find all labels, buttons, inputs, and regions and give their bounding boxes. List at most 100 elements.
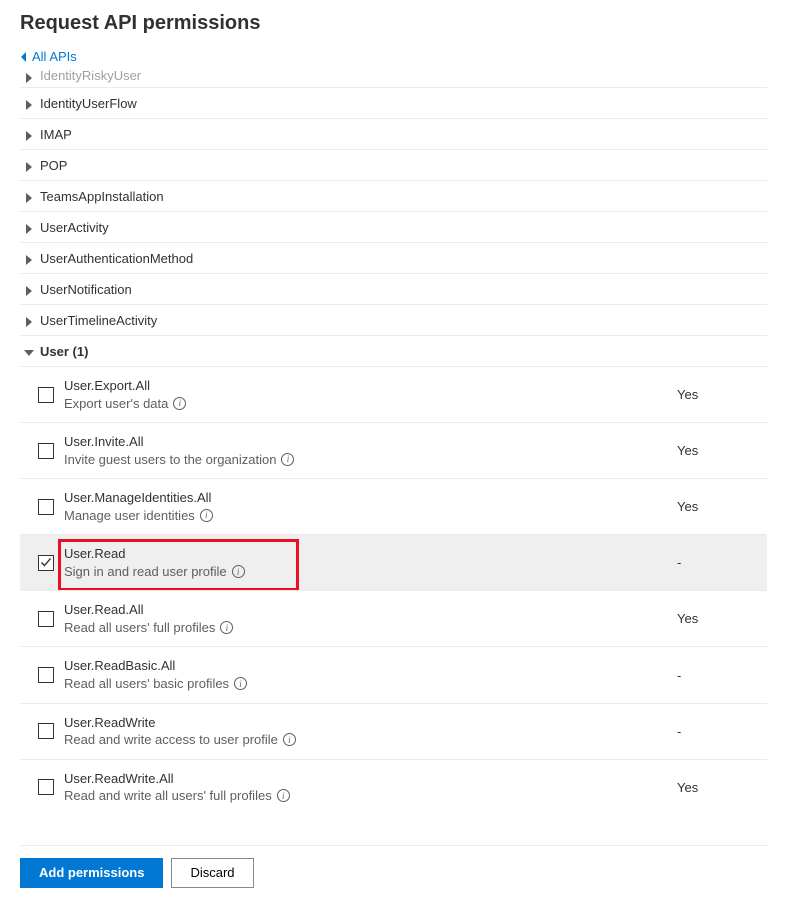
checkbox-wrap bbox=[20, 723, 64, 739]
group-row-userauth[interactable]: UserAuthenticationMethod bbox=[20, 242, 767, 273]
group-label: User (1) bbox=[40, 344, 88, 359]
info-icon[interactable]: i bbox=[283, 733, 296, 746]
checkbox-wrap bbox=[20, 443, 64, 459]
permission-desc: Manage user identitiesi bbox=[64, 507, 677, 525]
permission-text: User.Read.AllRead all users' full profil… bbox=[64, 601, 677, 636]
permission-name: User.ReadWrite bbox=[64, 714, 677, 732]
permission-checkbox[interactable] bbox=[38, 387, 54, 403]
group-row-usertimeline[interactable]: UserTimelineActivity bbox=[20, 304, 767, 335]
info-icon[interactable]: i bbox=[232, 565, 245, 578]
group-row-identityriskyuser[interactable]: IdentityRiskyUser bbox=[20, 68, 767, 87]
permission-desc: Read and write access to user profilei bbox=[64, 731, 677, 749]
checkbox-wrap bbox=[20, 387, 64, 403]
chevron-right-icon bbox=[24, 98, 34, 108]
admin-consent-value: - bbox=[677, 724, 767, 739]
checkbox-wrap bbox=[20, 667, 64, 683]
permission-row-user-export-all[interactable]: User.Export.AllExport user's dataiYes bbox=[20, 366, 767, 422]
group-row-teamsappinstall[interactable]: TeamsAppInstallation bbox=[20, 180, 767, 211]
chevron-right-icon bbox=[24, 253, 34, 263]
group-row-user[interactable]: User (1) bbox=[20, 335, 767, 366]
permission-name: User.ReadWrite.All bbox=[64, 770, 677, 788]
permission-name: User.Read bbox=[64, 545, 677, 563]
permission-text: User.ManageIdentities.AllManage user ide… bbox=[64, 489, 677, 524]
chevron-right-icon bbox=[24, 191, 34, 201]
chevron-right-icon bbox=[24, 222, 34, 232]
group-label: UserAuthenticationMethod bbox=[40, 251, 193, 266]
group-row-useractivity[interactable]: UserActivity bbox=[20, 211, 767, 242]
permission-text: User.Invite.AllInvite guest users to the… bbox=[64, 433, 677, 468]
permission-desc: Invite guest users to the organizationi bbox=[64, 451, 677, 469]
back-link-label: All APIs bbox=[32, 49, 77, 64]
checkbox-wrap bbox=[20, 779, 64, 795]
info-icon[interactable]: i bbox=[220, 621, 233, 634]
permission-desc: Sign in and read user profilei bbox=[64, 563, 677, 581]
permission-name: User.ManageIdentities.All bbox=[64, 489, 677, 507]
permission-row-user-readbasic-all[interactable]: User.ReadBasic.AllRead all users' basic … bbox=[20, 646, 767, 702]
admin-consent-value: - bbox=[677, 555, 767, 570]
admin-consent-value: Yes bbox=[677, 611, 767, 626]
group-row-identityuserflow[interactable]: IdentityUserFlow bbox=[20, 87, 767, 118]
admin-consent-value: Yes bbox=[677, 780, 767, 795]
permission-row-user-manageid-all[interactable]: User.ManageIdentities.AllManage user ide… bbox=[20, 478, 767, 534]
info-icon[interactable]: i bbox=[234, 677, 247, 690]
permission-checkbox[interactable] bbox=[38, 779, 54, 795]
admin-consent-value: Yes bbox=[677, 387, 767, 402]
permission-checkbox[interactable] bbox=[38, 443, 54, 459]
permission-desc: Read and write all users' full profilesi bbox=[64, 787, 677, 805]
group-label: TeamsAppInstallation bbox=[40, 189, 164, 204]
permission-name: User.ReadBasic.All bbox=[64, 657, 677, 675]
chevron-left-icon bbox=[20, 52, 28, 62]
permission-checkbox[interactable] bbox=[38, 611, 54, 627]
permission-text: User.Export.AllExport user's datai bbox=[64, 377, 677, 412]
group-label: POP bbox=[40, 158, 67, 173]
permission-text: User.ReadBasic.AllRead all users' basic … bbox=[64, 657, 677, 692]
group-label: IdentityRiskyUser bbox=[40, 68, 141, 83]
info-icon[interactable]: i bbox=[281, 453, 294, 466]
permission-checkbox[interactable] bbox=[38, 723, 54, 739]
permission-name: User.Export.All bbox=[64, 377, 677, 395]
permission-desc: Read all users' basic profilesi bbox=[64, 675, 677, 693]
group-label: UserActivity bbox=[40, 220, 109, 235]
chevron-down-icon bbox=[24, 346, 34, 356]
chevron-right-icon bbox=[24, 315, 34, 325]
group-label: UserTimelineActivity bbox=[40, 313, 157, 328]
permission-group-list: IdentityRiskyUser IdentityUserFlow IMAP POP… bbox=[20, 68, 767, 815]
permission-row-user-readwrite-all[interactable]: User.ReadWrite.AllRead and write all use… bbox=[20, 759, 767, 815]
permission-checkbox[interactable] bbox=[38, 667, 54, 683]
group-row-pop[interactable]: POP bbox=[20, 149, 767, 180]
info-icon[interactable]: i bbox=[200, 509, 213, 522]
permission-row-user-read-all[interactable]: User.Read.AllRead all users' full profil… bbox=[20, 590, 767, 646]
group-row-usernotif[interactable]: UserNotification bbox=[20, 273, 767, 304]
permission-row-user-readwrite[interactable]: User.ReadWriteRead and write access to u… bbox=[20, 703, 767, 759]
group-row-imap[interactable]: IMAP bbox=[20, 118, 767, 149]
checkbox-wrap bbox=[20, 499, 64, 515]
chevron-right-icon bbox=[24, 71, 34, 81]
permission-checkbox[interactable] bbox=[38, 499, 54, 515]
permission-text: User.ReadSign in and read user profilei bbox=[64, 545, 677, 580]
add-permissions-button[interactable]: Add permissions bbox=[20, 858, 163, 888]
permission-checkbox[interactable] bbox=[38, 555, 54, 571]
info-icon[interactable]: i bbox=[173, 397, 186, 410]
chevron-right-icon bbox=[24, 129, 34, 139]
page-title: Request API permissions bbox=[20, 12, 767, 35]
admin-consent-value: Yes bbox=[677, 499, 767, 514]
group-label: UserNotification bbox=[40, 282, 132, 297]
permission-text: User.ReadWrite.AllRead and write all use… bbox=[64, 770, 677, 805]
chevron-right-icon bbox=[24, 284, 34, 294]
group-label: IdentityUserFlow bbox=[40, 96, 137, 111]
permission-text: User.ReadWriteRead and write access to u… bbox=[64, 714, 677, 749]
group-label: IMAP bbox=[40, 127, 72, 142]
back-all-apis-link[interactable]: All APIs bbox=[0, 43, 97, 68]
permission-desc: Read all users' full profilesi bbox=[64, 619, 677, 637]
checkbox-wrap bbox=[20, 555, 64, 571]
permission-desc: Export user's datai bbox=[64, 395, 677, 413]
permission-row-user-invite-all[interactable]: User.Invite.AllInvite guest users to the… bbox=[20, 422, 767, 478]
admin-consent-value: - bbox=[677, 668, 767, 683]
info-icon[interactable]: i bbox=[277, 789, 290, 802]
discard-button[interactable]: Discard bbox=[171, 858, 253, 888]
permission-row-user-read[interactable]: User.ReadSign in and read user profilei- bbox=[20, 534, 767, 590]
footer-actions: Add permissions Discard bbox=[20, 845, 767, 888]
checkbox-wrap bbox=[20, 611, 64, 627]
permission-name: User.Read.All bbox=[64, 601, 677, 619]
permission-name: User.Invite.All bbox=[64, 433, 677, 451]
